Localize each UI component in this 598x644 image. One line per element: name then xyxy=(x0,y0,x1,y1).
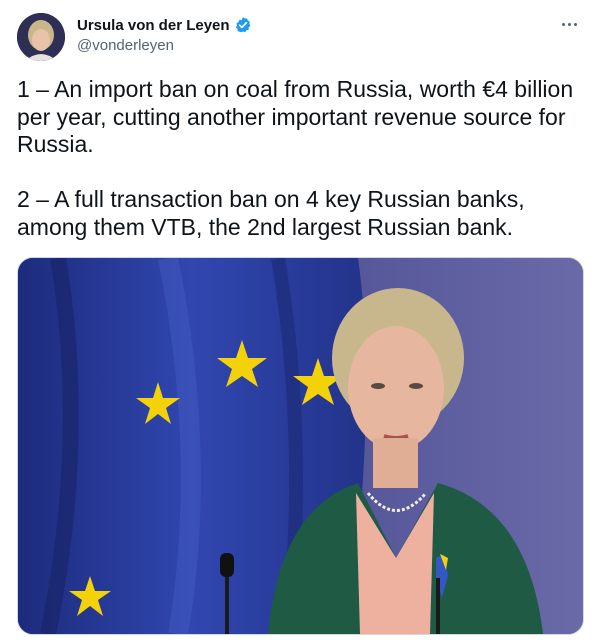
author-display-name[interactable]: Ursula von der Leyen xyxy=(77,17,230,34)
author-handle[interactable]: @vonderleyen xyxy=(77,37,174,54)
tweet-photo[interactable] xyxy=(17,257,584,635)
photo-image xyxy=(18,258,583,634)
tweet-paragraph-1: 1 – An import ban on coal from Russia, w… xyxy=(17,76,574,157)
author-name-row[interactable]: Ursula von der Leyen xyxy=(77,15,252,35)
avatar-image xyxy=(17,13,65,61)
more-options-button[interactable] xyxy=(558,14,580,34)
avatar[interactable] xyxy=(17,13,65,61)
tweet-text: 1 – An import ban on coal from Russia, w… xyxy=(17,76,583,241)
more-horizontal-icon xyxy=(561,22,565,26)
verified-badge-icon xyxy=(234,16,252,34)
tweet-paragraph-2: 2 – A full transaction ban on 4 key Russ… xyxy=(17,186,525,240)
tweet-card[interactable]: Ursula von der Leyen @vonderleyen 1 – An… xyxy=(0,0,598,644)
